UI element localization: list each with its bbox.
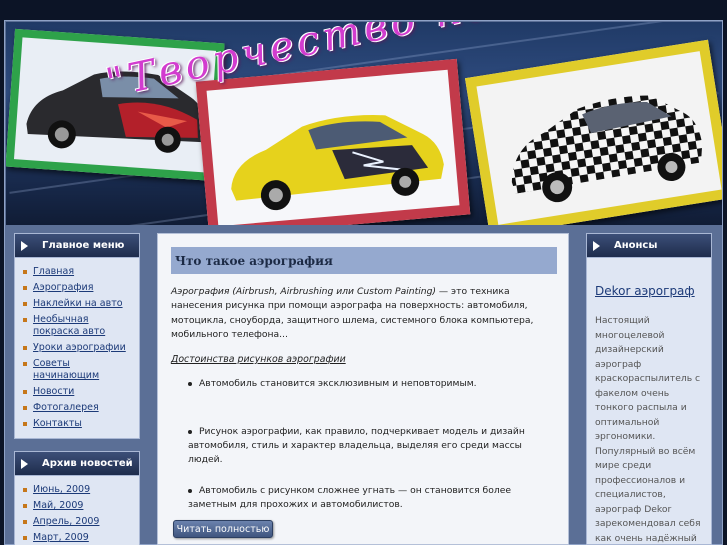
read-more-button[interactable]: Читать полностью — [173, 520, 273, 538]
menu-item-tips[interactable]: Советы начинающим — [21, 358, 133, 382]
arrow-right-icon — [21, 458, 28, 469]
archive-item-may-2009[interactable]: Май, 2009 — [21, 500, 133, 512]
bullet-icon — [23, 318, 27, 322]
announcement-link[interactable]: Dekor аэрограф — [595, 284, 703, 298]
list-item: Автомобиль становится эксклюзивным и неп… — [188, 377, 548, 391]
list-item: Рисунок аэрографии, как правило, подчерк… — [188, 426, 525, 465]
bullet-icon — [188, 488, 192, 493]
bullet-icon — [23, 406, 27, 410]
bullet-icon — [23, 488, 27, 492]
menu-item-airbrush[interactable]: Аэрография — [21, 282, 133, 294]
archive-header: Архив новостей — [14, 451, 140, 476]
bullet-icon — [23, 536, 27, 540]
announcement-text: Настоящий многоцелевой дизайнерский аэро… — [595, 315, 701, 544]
bullet-icon — [188, 429, 192, 434]
bullet-icon — [23, 362, 27, 366]
menu-item-lessons[interactable]: Уроки аэрографии — [21, 342, 133, 354]
archive-item-april-2009[interactable]: Апрель, 2009 — [21, 516, 133, 528]
archive-title: Архив новостей — [42, 458, 133, 469]
bullet-icon — [23, 390, 27, 394]
bullet-icon — [23, 270, 27, 274]
bullet-icon — [23, 504, 27, 508]
article-title: Что такое аэрография — [171, 247, 557, 274]
announcements: Dekor аэрограф Настоящий многоцелевой ди… — [586, 258, 712, 545]
article-subheading: Достоинства рисунков аэрографии — [171, 354, 346, 365]
left-sidebar: Главное меню Главная Аэрография Наклейки… — [14, 233, 140, 545]
bullet-icon — [23, 302, 27, 306]
menu-item-gallery[interactable]: Фотогалерея — [21, 402, 133, 414]
menu-item-home[interactable]: Главная — [21, 266, 133, 278]
archive-item-june-2009[interactable]: Июнь, 2009 — [21, 484, 133, 496]
article-intro: Аэрография (Airbrush, Airbrushing или Cu… — [171, 285, 551, 343]
bullet-icon — [188, 381, 192, 386]
main-menu-header: Главное меню — [14, 233, 140, 258]
announcements-title: Анонсы — [614, 240, 658, 251]
archive-list: Июнь, 2009 Май, 2009 Апрель, 2009 Март, … — [14, 476, 140, 545]
bullet-icon — [23, 520, 27, 524]
arrow-right-icon — [21, 240, 28, 251]
menu-item-unusual-paint[interactable]: Необычная покраска авто — [21, 314, 133, 338]
announcements-header: Анонсы — [586, 233, 712, 258]
main-menu-title: Главное меню — [42, 240, 125, 251]
bullet-icon — [23, 422, 27, 426]
archive-item-march-2009[interactable]: Март, 2009 — [21, 532, 133, 544]
menu-item-stickers[interactable]: Наклейки на авто — [21, 298, 133, 310]
main-menu: Главная Аэрография Наклейки на авто Необ… — [14, 258, 140, 439]
arrow-right-icon — [593, 240, 600, 251]
menu-item-news[interactable]: Новости — [21, 386, 133, 398]
intro-emphasis: Аэрография (Airbrush, Airbrushing или Cu… — [171, 286, 437, 297]
right-sidebar: Анонсы Dekor аэрограф Настоящий многоцел… — [586, 233, 712, 545]
main-content: Что такое аэрография Аэрография (Airbrus… — [157, 233, 569, 545]
header-banner: "Творчество на колёсах" — [6, 22, 722, 225]
bullet-icon — [23, 286, 27, 290]
bullet-icon — [23, 346, 27, 350]
menu-item-contacts[interactable]: Контакты — [21, 418, 133, 430]
list-item: Автомобиль с рисунком сложнее угнать — о… — [188, 485, 512, 510]
